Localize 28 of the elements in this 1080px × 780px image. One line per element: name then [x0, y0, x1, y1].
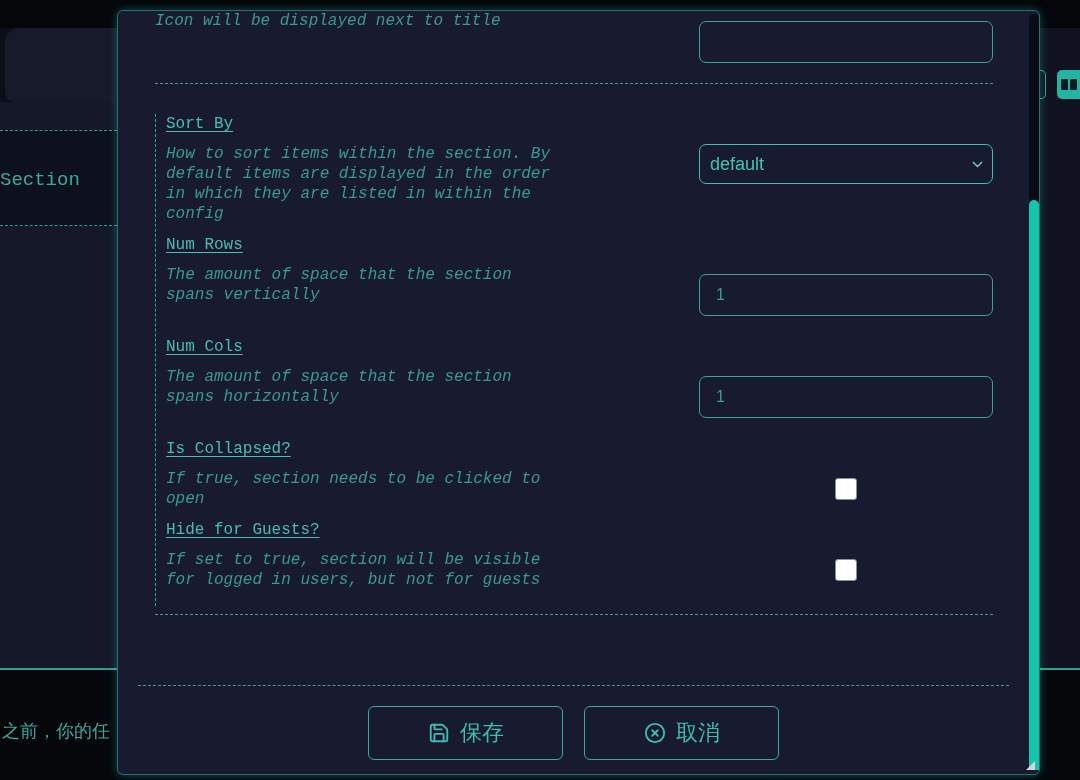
x-circle-icon — [643, 722, 666, 744]
columns-view-button[interactable] — [1057, 70, 1080, 99]
field-description: The amount of space that the section spans vertically — [166, 265, 513, 305]
field-description: If set to true, section will be visible for logged in users, but not for guests — [166, 550, 542, 590]
field-label: Is Collapsed? — [166, 439, 291, 459]
field-description: The amount of space that the section spans horizontally — [166, 367, 513, 407]
field-description: If true, section needs to be clicked to open — [166, 469, 542, 509]
field-description: Icon will be displayed next to title — [155, 11, 502, 31]
field-label: Sort By — [166, 114, 234, 134]
field-label: Num Rows — [166, 235, 243, 255]
text-input[interactable] — [699, 21, 993, 63]
scrollbar-track[interactable] — [1029, 14, 1039, 770]
save-button[interactable]: 保存 — [368, 706, 563, 760]
scrollbar-thumb[interactable] — [1029, 200, 1039, 770]
section-label: Section — [0, 168, 80, 191]
cancel-button[interactable]: 取消 — [584, 706, 779, 760]
number-input[interactable]: 1 — [699, 274, 993, 316]
field-description: How to sort items within the section. By default items are displayed in the order in which they are listed in within the config — [166, 144, 552, 224]
chevron-down-icon — [972, 160, 983, 168]
checkbox[interactable] — [835, 559, 857, 581]
number-input[interactable]: 1 — [699, 376, 993, 418]
sort-select[interactable]: default — [699, 144, 993, 184]
field-label: Num Cols — [166, 337, 243, 357]
checkbox[interactable] — [835, 478, 857, 500]
resize-grip-icon[interactable] — [1026, 761, 1035, 770]
field-label: Hide for Guests? — [166, 520, 320, 540]
columns-icon — [1060, 79, 1077, 90]
background-text: 之前，你的任 — [2, 720, 110, 741]
